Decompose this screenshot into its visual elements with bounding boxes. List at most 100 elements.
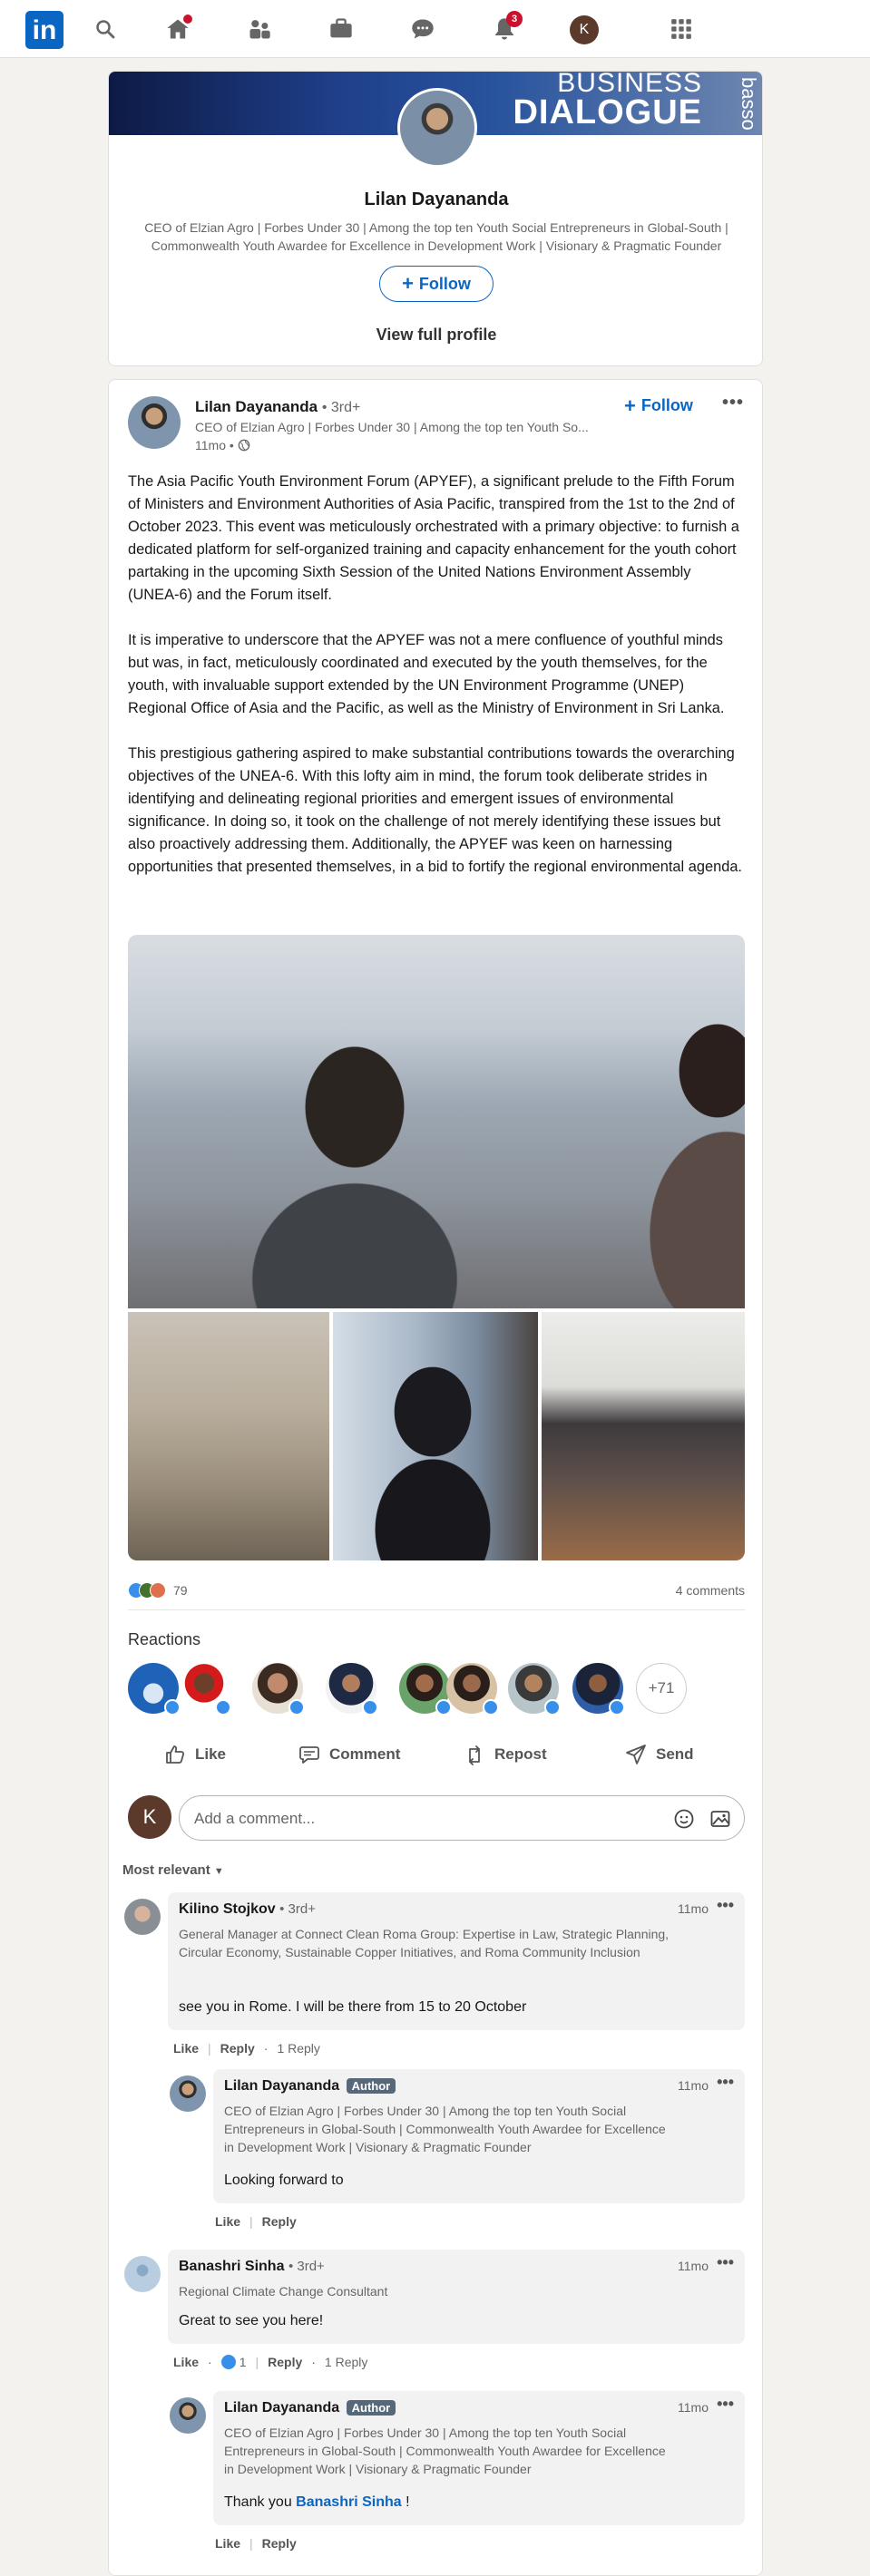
comment-actions: Like · 1 | Reply · 1 Reply	[173, 2355, 367, 2369]
emoji-icon[interactable]	[673, 1808, 695, 1830]
comment-like-button[interactable]: Like	[215, 2536, 240, 2551]
comment-like-count[interactable]: 1	[220, 2355, 246, 2369]
reactor-avatar[interactable]	[179, 1663, 231, 1716]
more-reactors-button[interactable]: +71	[636, 1663, 687, 1714]
commenter-avatar[interactable]	[170, 2075, 206, 2112]
comment: Kilino Stojkov • 3rd+ 11mo ••• General M…	[168, 1892, 745, 2030]
post-photo-main[interactable]	[128, 935, 745, 1308]
post-time: 11mo •	[195, 438, 250, 452]
commenter-name-line[interactable]: Lilan Dayananda Author	[224, 2078, 396, 2095]
comment-more-icon[interactable]: •••	[717, 2395, 734, 2414]
add-comment-placeholder: Add a comment...	[194, 1810, 316, 1827]
send-button[interactable]: Send	[625, 1736, 694, 1773]
comment-reply-button[interactable]: Reply	[268, 2355, 302, 2369]
commenter-name-line[interactable]: Lilan Dayananda Author	[224, 2400, 396, 2416]
image-icon[interactable]	[709, 1808, 731, 1830]
comment-more-icon[interactable]: •••	[717, 2073, 734, 2092]
repost-icon	[469, 1745, 480, 1765]
comment-reply-button[interactable]: Reply	[220, 2041, 255, 2056]
reactor-avatar[interactable]	[252, 1663, 305, 1716]
love-reaction-icon	[150, 1582, 166, 1599]
profile-follow-button[interactable]: + Follow	[379, 266, 494, 302]
like-badge-icon	[544, 1699, 561, 1716]
reply-count[interactable]: 1 Reply	[325, 2355, 367, 2369]
commenter-name: Kilino Stojkov	[179, 1901, 276, 1917]
comment-button[interactable]: Comment	[298, 1736, 400, 1773]
comment-time: 11mo	[678, 2259, 709, 2273]
notifications-icon[interactable]: 3	[488, 11, 523, 45]
post-follow-button[interactable]: + Follow	[624, 394, 693, 417]
linkedin-logo[interactable]: in	[25, 11, 64, 49]
view-full-profile-link[interactable]: View full profile	[109, 326, 762, 345]
post-more-options-icon[interactable]: •••	[722, 393, 744, 413]
author-name-line[interactable]: Lilan Dayananda • 3rd+	[195, 398, 360, 416]
comment-sort-dropdown[interactable]: Most relevant ▼	[122, 1862, 224, 1878]
comment-like-button[interactable]: Like	[173, 2355, 199, 2369]
home-notification-dot	[181, 13, 194, 25]
my-network-icon[interactable]	[243, 13, 276, 45]
comment-more-icon[interactable]: •••	[717, 1896, 734, 1915]
post-paragraph: It is imperative to underscore that the …	[128, 632, 725, 716]
apps-grid-icon[interactable]	[665, 13, 698, 45]
messaging-icon[interactable]	[406, 13, 439, 45]
reactor-avatar[interactable]	[572, 1663, 625, 1716]
commenter-avatar[interactable]	[170, 2397, 206, 2434]
thumbs-up-icon	[166, 1745, 185, 1764]
comment-count[interactable]: 4 comments	[676, 1583, 745, 1598]
search-icon[interactable]	[89, 13, 122, 45]
separator: ·	[311, 2355, 316, 2369]
post-photo-3[interactable]	[333, 1312, 538, 1560]
profile-name[interactable]: Lilan Dayananda	[109, 190, 762, 210]
comment-text: see you in Rome. I will be there from 15…	[179, 1999, 527, 2015]
post-paragraph: The Asia Pacific Youth Environment Forum…	[128, 473, 739, 603]
comment-like-button[interactable]: Like	[215, 2214, 240, 2229]
comment-like-button[interactable]: Like	[173, 2041, 199, 2056]
plus-icon: +	[624, 394, 636, 417]
jobs-icon[interactable]	[325, 13, 357, 45]
profile-avatar[interactable]	[397, 88, 477, 168]
comment-reply: Lilan Dayananda Author 11mo ••• CEO of E…	[213, 2069, 745, 2203]
comment-reply-button[interactable]: Reply	[262, 2214, 297, 2229]
plus-icon: +	[402, 272, 414, 295]
author-headline: CEO of Elzian Agro | Forbes Under 30 | A…	[195, 420, 589, 434]
me-avatar[interactable]: K	[570, 15, 599, 44]
commenter-name-line[interactable]: Banashri Sinha • 3rd+	[179, 2259, 325, 2275]
comment-actions: Like | Reply	[215, 2536, 297, 2551]
reactor-avatar[interactable]	[508, 1663, 561, 1716]
reactor-avatar[interactable]	[326, 1663, 378, 1716]
commenter-headline: CEO of Elzian Agro | Forbes Under 30 | A…	[224, 2104, 666, 2154]
repost-button[interactable]: Repost	[464, 1736, 547, 1773]
add-comment-input[interactable]: Add a comment...	[179, 1795, 745, 1841]
comment-text-suffix: !	[406, 2494, 410, 2510]
comment-time: 11mo	[678, 1901, 709, 1916]
author-name: Lilan Dayananda	[195, 398, 318, 415]
commenter-avatar[interactable]	[124, 2256, 161, 2292]
reactor-avatar[interactable]	[128, 1663, 181, 1716]
home-icon[interactable]	[161, 13, 194, 45]
follow-label: Follow	[418, 274, 471, 293]
reaction-count[interactable]: 79	[173, 1583, 188, 1598]
comment-time: 11mo	[678, 2400, 709, 2415]
reaction-icons[interactable]	[128, 1582, 170, 1599]
like-badge-icon	[483, 1699, 499, 1716]
divider	[128, 1609, 745, 1610]
author-tag: Author	[346, 2078, 396, 2094]
post-photo-2[interactable]	[128, 1312, 329, 1560]
viewer-avatar[interactable]: K	[128, 1795, 171, 1839]
author-avatar[interactable]	[128, 396, 181, 449]
commenter-name: Lilan Dayananda	[224, 2078, 340, 2094]
reply-count[interactable]: 1 Reply	[277, 2041, 319, 2056]
commenter-degree: • 3rd+	[279, 1901, 316, 1917]
like-button[interactable]: Like	[164, 1736, 226, 1773]
commenter-avatar[interactable]	[124, 1899, 161, 1935]
reactor-avatar[interactable]	[399, 1663, 452, 1716]
separator: |	[208, 2041, 211, 2056]
comment-text-prefix: Thank you	[224, 2494, 292, 2510]
post-photo-4[interactable]	[542, 1312, 745, 1560]
reactor-avatar[interactable]	[446, 1663, 499, 1716]
commenter-name-line[interactable]: Kilino Stojkov • 3rd+	[179, 1901, 316, 1918]
like-label: Like	[195, 1745, 227, 1763]
comment-more-icon[interactable]: •••	[717, 2253, 734, 2272]
mention-link[interactable]: Banashri Sinha	[296, 2494, 401, 2510]
comment-reply-button[interactable]: Reply	[262, 2536, 297, 2551]
